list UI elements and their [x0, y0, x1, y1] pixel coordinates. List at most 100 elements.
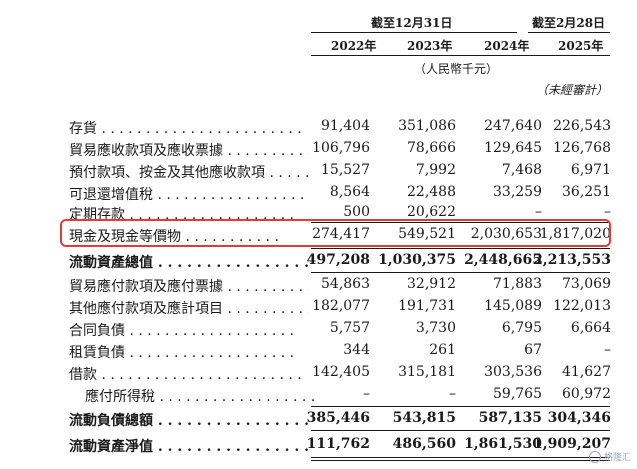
watermark-text: 格隆汇 [603, 453, 631, 463]
table-row: 流動資產總值 . . . . . . . . . . . . . . . . .… [0, 252, 637, 272]
table-row: 預付款項、按金及其他應收款項 . . . . . . 15,527 7,992 … [0, 162, 637, 182]
cash-row-highlight [60, 219, 611, 247]
year-header-2025: 2025年 [558, 39, 604, 53]
value-2023: 1,030,375 [378, 252, 456, 268]
table-row: 可退還增值稅 . . . . . . . . . . . . . . . . .… [0, 184, 637, 204]
value-2025: – [604, 204, 611, 220]
table-row: 合同負債 . . . . . . . . . . . . . . . . . .… [0, 320, 637, 340]
value-2022: 106,796 [312, 140, 370, 156]
value-2024: 71,883 [493, 276, 542, 292]
value-2022: 182,077 [312, 298, 370, 314]
value-2025: 41,627 [562, 364, 611, 380]
value-2022: 497,208 [306, 252, 370, 268]
year-header-rule [311, 55, 610, 56]
total-rule [311, 272, 610, 273]
period-header-feb28: 截至2月28日 [532, 16, 606, 30]
row-label-income-tax-payable: 應付所得稅 . . . . . . . . . . . . . . . . . … [85, 389, 316, 405]
value-2024: 129,645 [484, 140, 542, 156]
value-2024: 247,640 [484, 118, 542, 134]
row-label-prepayments: 預付款項、按金及其他應收款項 . . . . . . [69, 165, 309, 181]
header-rule-feb28 [528, 32, 610, 33]
value-2023: 3,730 [415, 320, 456, 336]
value-2024: 67 [524, 342, 542, 358]
value-2025: 122,013 [553, 298, 611, 314]
subtotal-rule [311, 430, 610, 431]
value-2025: 6,664 [570, 320, 611, 336]
value-2025: 126,768 [553, 140, 611, 156]
value-2023: 32,912 [407, 276, 456, 292]
value-2023: 22,488 [407, 184, 456, 200]
row-label-trade-payables: 貿易應付款項及應付票據 . . . . . . . . . . . . . . [69, 279, 309, 295]
row-label-lease-liabilities: 租賃負債 . . . . . . . . . . . . . . . . . .… [69, 345, 295, 361]
year-header-2023: 2023年 [407, 39, 453, 53]
value-2022: 500 [343, 204, 370, 220]
value-2024: 1,861,530 [464, 436, 542, 452]
value-2022: 5,757 [329, 320, 370, 336]
value-2025: 2,213,553 [533, 252, 611, 268]
value-2025: 226,543 [553, 118, 611, 134]
double-rule-bottom [311, 460, 610, 461]
value-2025: 36,251 [562, 184, 611, 200]
value-2025: 6,971 [570, 162, 611, 178]
value-2023: 543,815 [392, 410, 456, 426]
year-header-2022: 2022年 [331, 39, 377, 53]
table-row: 借款 . . . . . . . . . . . . . . . . . . .… [0, 364, 637, 384]
table-row: 存貨 . . . . . . . . . . . . . . . . . . .… [0, 118, 637, 138]
value-2022: 54,863 [321, 276, 370, 292]
value-2023: 315,181 [398, 364, 456, 380]
subtotal-rule [311, 248, 610, 249]
row-label-contract-liabilities: 合同負債 . . . . . . . . . . . . . . . . . .… [69, 323, 295, 339]
value-2023: 261 [429, 342, 456, 358]
watermark: 格隆汇 [588, 450, 631, 463]
value-2022: 142,405 [312, 364, 370, 380]
value-2024: 59,765 [493, 386, 542, 402]
value-2023: 191,731 [398, 298, 456, 314]
value-2024: 6,795 [501, 320, 542, 336]
row-label-total-current-assets: 流動資產總值 . . . . . . . . . . . . . . . . .… [69, 255, 309, 271]
currency-unit-label: （人民幣千元） [414, 62, 499, 76]
value-2023: 351,086 [398, 118, 456, 134]
period-header-dec31: 截至12月31日 [371, 16, 453, 30]
subtotal-rule [311, 406, 610, 407]
value-2025: 304,346 [547, 410, 611, 426]
watermark-logo-icon [588, 450, 601, 463]
value-2023: 486,560 [392, 436, 456, 452]
row-label-trade-receivables: 貿易應收款項及應收票據 . . . . . . . . . . . . . . [69, 143, 309, 159]
value-2024: 33,259 [493, 184, 542, 200]
value-2024: 2,448,665 [464, 252, 542, 268]
value-2025: 73,069 [562, 276, 611, 292]
value-2025: 60,972 [562, 386, 611, 402]
value-2023: – [449, 386, 456, 402]
value-2024: 7,468 [501, 162, 542, 178]
value-2023: 20,622 [407, 204, 456, 220]
value-2024: 145,089 [484, 298, 542, 314]
value-2022: 385,446 [306, 410, 370, 426]
row-label-recoverable-vat: 可退還增值稅 . . . . . . . . . . . . . . . . .… [69, 187, 309, 203]
table-row: 貿易應收款項及應收票據 . . . . . . . . . . . . . . … [0, 140, 637, 160]
table-row: 其他應付款項及應計項目 . . . . . . . . . . . . . . … [0, 298, 637, 318]
value-2024: 303,536 [484, 364, 542, 380]
value-2022: 344 [343, 342, 370, 358]
year-header-2024: 2024年 [484, 39, 530, 53]
header-rule-dec31 [311, 32, 517, 33]
unaudited-note: （未經審計） [536, 83, 609, 97]
table-row: 應付所得稅 . . . . . . . . . . . . . . . . . … [0, 386, 637, 406]
row-label-borrowings: 借款 . . . . . . . . . . . . . . . . . . .… [69, 367, 302, 383]
value-2022: 91,404 [321, 118, 370, 134]
row-label-total-current-liabilities: 流動負債總額 . . . . . . . . . . . . . . . . .… [69, 413, 309, 429]
value-2022: 111,762 [306, 436, 370, 452]
row-label-net-current-assets: 流動資產淨值 . . . . . . . . . . . . . . . . .… [69, 439, 309, 455]
row-label-other-payables: 其他應付款項及應計項目 . . . . . . . . . . . . . . … [69, 301, 309, 317]
value-2022: – [363, 386, 370, 402]
row-label-inventories: 存貨 . . . . . . . . . . . . . . . . . . .… [69, 121, 302, 137]
table-row: 租賃負債 . . . . . . . . . . . . . . . . . .… [0, 342, 637, 362]
value-2024: 587,135 [478, 410, 542, 426]
value-2023: 78,666 [407, 140, 456, 156]
table-row: 流動資產淨值 . . . . . . . . . . . . . . . . .… [0, 436, 637, 456]
value-2022: 8,564 [329, 184, 370, 200]
value-2025: – [604, 342, 611, 358]
value-2023: 7,992 [415, 162, 456, 178]
table-row: 流動負債總額 . . . . . . . . . . . . . . . . .… [0, 410, 637, 430]
table-row: 貿易應付款項及應付票據 . . . . . . . . . . . . . . … [0, 276, 637, 296]
double-rule-top [311, 457, 610, 458]
